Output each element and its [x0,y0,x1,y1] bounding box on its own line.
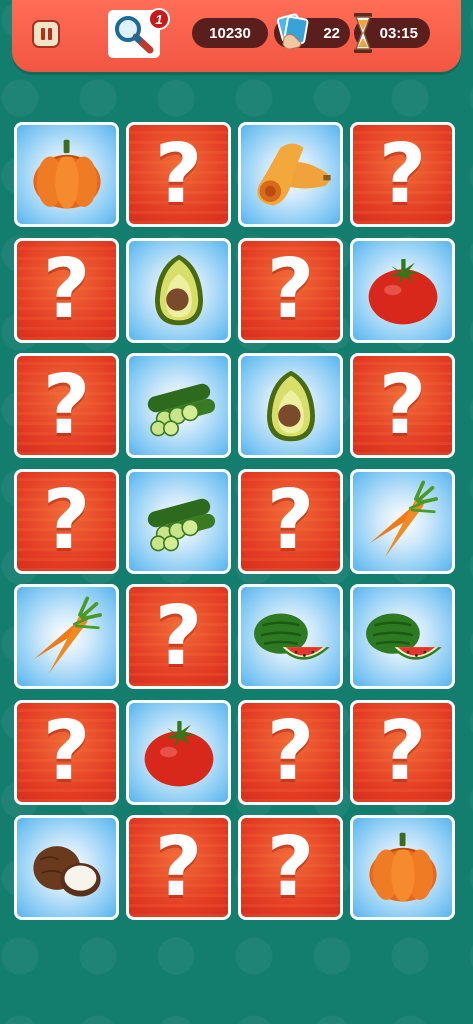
card-hidden[interactable]: ? [238,815,343,920]
cucumber-icon [133,481,225,561]
butternut-squash-icon [246,130,336,220]
card-board: ? ?? ? ? ?? ? ? ? ? ? ? ? [14,122,455,920]
question-mark-icon: ? [266,704,315,799]
question-mark-icon: ? [42,704,91,799]
carrot-icon [21,591,113,683]
card-revealed[interactable] [350,237,455,343]
pumpkin-icon [361,826,445,910]
coconut-icon [22,826,112,910]
question-mark-icon: ? [266,819,315,915]
card-revealed[interactable] [238,584,343,689]
question-mark-icon: ? [154,588,203,684]
card-hidden[interactable]: ? [238,237,343,343]
tomato-icon [360,247,446,333]
card-hidden[interactable]: ? [350,699,455,805]
card-revealed[interactable] [14,122,119,227]
question-mark-icon: ? [378,704,427,799]
question-mark-icon: ? [378,126,427,222]
tomato-icon [136,709,222,795]
question-mark-icon: ? [378,357,427,453]
hint-count-badge: 1 [148,8,170,30]
card-revealed[interactable] [350,468,455,574]
card-revealed[interactable] [238,122,343,227]
cards-hand-icon [276,13,309,50]
hourglass-icon [354,13,372,53]
card-revealed[interactable] [126,237,231,343]
card-hidden[interactable]: ? [14,699,119,805]
question-mark-icon: ? [154,819,203,915]
score-display: 10230 [192,18,268,48]
timer-value: 03:15 [379,24,418,42]
card-hidden[interactable]: ? [126,122,231,227]
question-mark-icon: ? [42,473,91,568]
card-revealed[interactable] [126,468,231,574]
watermelon-icon [244,595,338,679]
card-hidden[interactable]: ? [126,815,231,920]
card-revealed[interactable] [126,699,231,805]
card-revealed[interactable] [350,584,455,689]
card-hidden[interactable]: ? [238,699,343,805]
pause-icon [40,28,45,40]
avocado-icon [251,362,331,450]
question-mark-icon: ? [154,126,203,222]
cucumber-icon [133,366,225,446]
card-hidden[interactable]: ? [14,353,119,458]
question-mark-icon: ? [42,357,91,453]
watermelon-icon [356,595,450,679]
card-revealed[interactable] [14,584,119,689]
carrot-icon [357,475,449,567]
card-hidden[interactable]: ? [14,468,119,574]
card-hidden[interactable]: ? [350,122,455,227]
question-mark-icon: ? [266,473,315,568]
card-revealed[interactable] [14,815,119,920]
moves-count: 22 [323,24,340,42]
card-hidden[interactable]: ? [14,237,119,343]
question-mark-icon: ? [42,242,91,337]
card-revealed[interactable] [350,815,455,920]
card-revealed[interactable] [238,353,343,458]
card-revealed[interactable] [126,353,231,458]
card-hidden[interactable]: ? [238,468,343,574]
avocado-icon [139,246,219,334]
question-mark-icon: ? [266,242,315,337]
card-hidden[interactable]: ? [126,584,231,689]
card-hidden[interactable]: ? [350,353,455,458]
pause-button[interactable] [32,20,60,48]
pumpkin-icon [25,133,109,217]
